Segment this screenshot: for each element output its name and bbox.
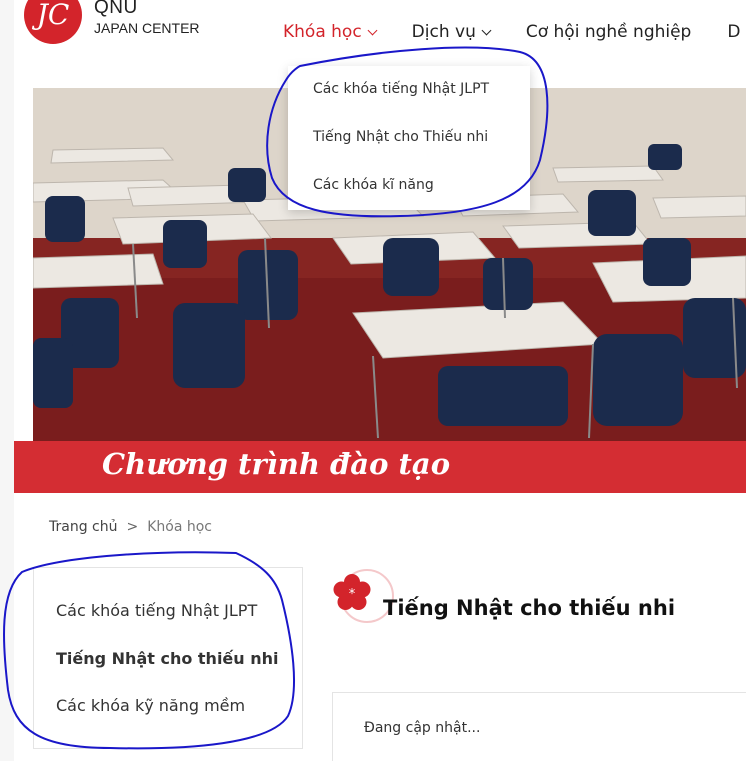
brand-name: QNU <box>94 0 138 18</box>
nav-item-label: Cơ hội nghề nghiệp <box>525 22 692 42</box>
sidebar-item-soft-skills[interactable]: Các khóa kỹ năng mềm <box>56 696 245 715</box>
brand[interactable]: QNU JAPAN CENTER <box>94 0 200 36</box>
sidebar-item-jlpt[interactable]: Các khóa tiếng Nhật JLPT <box>56 601 257 620</box>
chevron-down-icon <box>367 25 378 35</box>
sidebar-item-kids[interactable]: Tiếng Nhật cho thiếu nhi <box>56 649 279 668</box>
breadcrumb: Trang chủ > Khóa học <box>49 519 212 535</box>
logo[interactable]: JC <box>24 0 82 44</box>
dropdown-item-jlpt[interactable]: Các khóa tiếng Nhật JLPT <box>288 78 530 126</box>
brand-subtitle: JAPAN CENTER <box>94 20 200 36</box>
content-title: Tiếng Nhật cho thiếu nhi <box>383 596 676 620</box>
sakura-icon: * <box>333 574 371 610</box>
nav-item-services[interactable]: Dịch vụ <box>411 22 492 42</box>
breadcrumb-current: Khóa học <box>147 519 213 535</box>
page-margin <box>0 0 14 761</box>
banner-ribbon: Chương trình đào tạo <box>14 441 746 493</box>
content-header: * Tiếng Nhật cho thiếu nhi <box>332 569 746 649</box>
banner-title: Chương trình đào tạo <box>102 447 451 481</box>
dropdown-item-kids[interactable]: Tiếng Nhật cho Thiếu nhi <box>288 126 530 174</box>
breadcrumb-home[interactable]: Trang chủ <box>49 519 117 535</box>
nav-item-label: Dịch vụ <box>411 22 476 42</box>
course-sidebar: Các khóa tiếng Nhật JLPT Tiếng Nhật cho … <box>33 567 303 749</box>
content-status-text: Đang cập nhật... <box>364 720 481 736</box>
site-header: JC QNU JAPAN CENTER Khóa học Dịch vụ Cơ … <box>14 0 746 60</box>
nav-item-label: D <box>727 22 741 42</box>
dropdown-item-skills[interactable]: Các khóa kĩ năng <box>288 174 530 222</box>
nav-item-careers[interactable]: Cơ hội nghề nghiệp <box>526 22 692 42</box>
content-body: Đang cập nhật... <box>332 692 746 761</box>
breadcrumb-separator: > <box>126 519 139 535</box>
main-nav: Khóa học Dịch vụ Cơ hội nghề nghiệp D <box>283 20 746 44</box>
nav-item-label: Khóa học <box>283 22 362 42</box>
nav-item-truncated[interactable]: D <box>727 22 740 42</box>
svg-text:*: * <box>349 587 356 602</box>
courses-dropdown: Các khóa tiếng Nhật JLPT Tiếng Nhật cho … <box>288 66 530 210</box>
nav-item-courses[interactable]: Khóa học <box>283 22 378 42</box>
chevron-down-icon <box>481 25 492 35</box>
